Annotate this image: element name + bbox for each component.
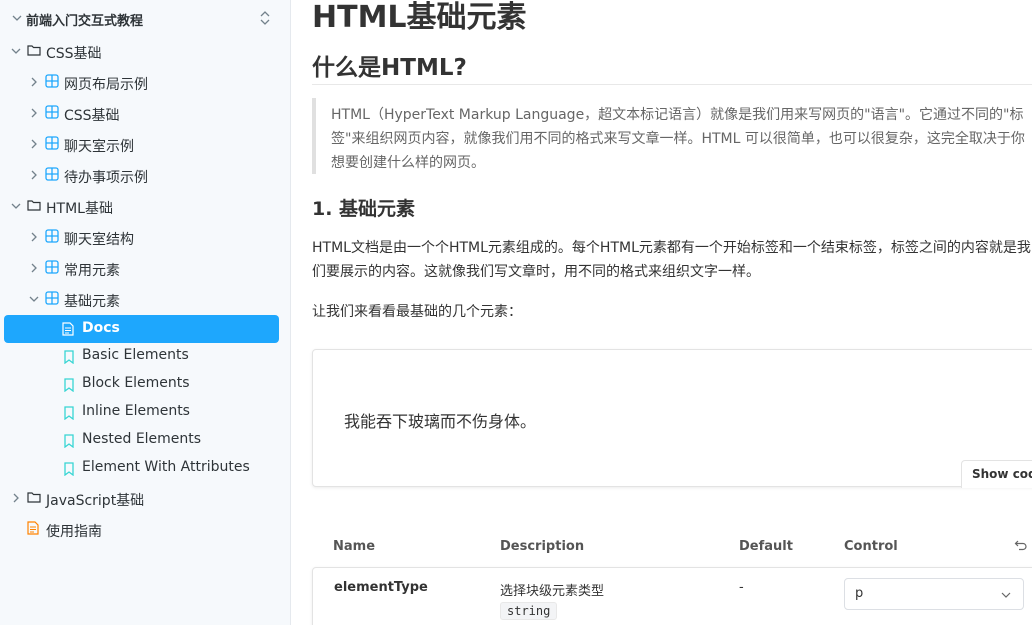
bookmark-icon (64, 350, 74, 364)
tree-group-label: CSS基础 (46, 46, 102, 62)
folder-icon (27, 200, 41, 211)
document-icon (62, 322, 74, 336)
chevron-right-icon (31, 232, 37, 242)
chevron-down-icon (29, 296, 39, 302)
tree-component-item-expanded[interactable]: 基础元素 (0, 288, 290, 314)
blockquote-text: HTML（HyperText Markup Language，超文本标记语言）就… (331, 107, 1025, 171)
document-icon (27, 521, 39, 535)
sidebar-header[interactable]: 前端入门交互式教程 (0, 0, 290, 36)
chevron-right-icon (31, 170, 37, 180)
bookmark-icon (64, 462, 74, 476)
tree-doc-guide[interactable]: 使用指南 (0, 518, 290, 544)
paragraph: 让我们来看看最基础的几个元素： (312, 304, 522, 320)
tree-item-label: 聊天室示例 (64, 139, 134, 155)
component-icon (45, 74, 59, 88)
tree-item-label: 网页布局示例 (64, 77, 148, 93)
sidebar: 前端入门交互式教程 CSS基础 网页布局示例 CSS基础 聊天室示例 待办事项示… (0, 0, 291, 625)
args-header-description: Description (500, 539, 585, 554)
story-preview-canvas: 我能吞下玻璃而不伤身体。 Show code (312, 349, 1032, 488)
tree-item-label: 待办事项示例 (64, 170, 148, 186)
args-header-name: Name (333, 539, 376, 554)
tree-item-label: Block Elements (82, 375, 190, 391)
bookmark-icon (64, 406, 74, 420)
chevron-down-icon (12, 15, 22, 21)
tree-component-item[interactable]: 聊天室结构 (0, 226, 290, 252)
paragraph: HTML文档是由一个个HTML元素组成的。每个HTML元素都有一个开始标签和一个… (312, 240, 1031, 280)
tree-component-item[interactable]: 常用元素 (0, 257, 290, 283)
args-table-row: elementType 选择块级元素类型 string - p (312, 567, 1032, 625)
page-title: HTML基础元素 (312, 0, 527, 35)
tree-item-label: Docs (82, 320, 120, 336)
reset-controls-icon[interactable] (1014, 538, 1028, 552)
subsection-heading: 1. 基础元素 (312, 198, 416, 220)
chevron-right-icon (31, 139, 37, 149)
section-heading: 什么是HTML? (312, 55, 467, 81)
bookmark-icon (64, 378, 74, 392)
tree-group-css[interactable]: CSS基础 (0, 40, 290, 66)
tree-item-label: CSS基础 (64, 108, 120, 124)
tree-item-label: Element With Attributes (82, 459, 250, 475)
tree-group-javascript[interactable]: JavaScript基础 (0, 487, 290, 513)
chevron-right-icon (31, 108, 37, 118)
component-icon (45, 105, 59, 119)
tree-item-label: 基础元素 (64, 294, 120, 310)
folder-icon (27, 492, 41, 503)
component-icon (45, 229, 59, 243)
tree-docs-item-active[interactable]: Docs (4, 315, 279, 343)
component-icon (45, 291, 59, 305)
expand-collapse-icon[interactable] (258, 9, 272, 27)
args-header-default: Default (739, 539, 793, 554)
docs-content: HTML基础元素 什么是HTML? HTML（HyperText Markup … (292, 0, 1032, 625)
component-icon (45, 136, 59, 150)
component-icon (45, 167, 59, 181)
arg-type-badge: string (500, 602, 558, 620)
chevron-right-icon (13, 493, 19, 503)
sidebar-title: 前端入门交互式教程 (26, 14, 144, 29)
tree-component-item[interactable]: 网页布局示例 (0, 71, 290, 97)
storybook-app: 前端入门交互式教程 CSS基础 网页布局示例 CSS基础 聊天室示例 待办事项示… (0, 0, 1032, 625)
arg-name: elementType (334, 580, 428, 595)
arg-default: - (739, 580, 744, 595)
tree-group-html[interactable]: HTML基础 (0, 195, 290, 221)
folder-icon (27, 45, 41, 56)
tree-item-label: Basic Elements (82, 347, 189, 363)
select-value: p (855, 586, 864, 601)
tree-item-label: 常用元素 (64, 263, 120, 279)
show-code-button[interactable]: Show code (961, 460, 1032, 488)
tree-item-label: 聊天室结构 (64, 232, 134, 248)
chevron-right-icon (31, 263, 37, 273)
tree-item-label: Nested Elements (82, 431, 202, 447)
tree-item-label: 使用指南 (46, 524, 102, 540)
bookmark-icon (64, 434, 74, 448)
blockquote: HTML（HyperText Markup Language，超文本标记语言）就… (312, 98, 1032, 174)
tree-group-label: HTML基础 (46, 201, 113, 217)
tree-component-item[interactable]: CSS基础 (0, 102, 290, 128)
tree-component-item[interactable]: 待办事项示例 (0, 164, 290, 190)
heading-divider (312, 84, 1032, 85)
chevron-down-icon (11, 203, 21, 209)
preview-text: 我能吞下玻璃而不伤身体。 (344, 412, 537, 431)
args-header-control: Control (844, 539, 898, 554)
tree-group-label: JavaScript基础 (46, 493, 145, 509)
chevron-down-icon (1001, 592, 1011, 598)
arg-description: 选择块级元素类型 (500, 584, 605, 599)
tree-component-item[interactable]: 聊天室示例 (0, 133, 290, 159)
chevron-down-icon (11, 48, 21, 54)
component-icon (45, 260, 59, 274)
chevron-right-icon (31, 77, 37, 87)
element-type-select[interactable]: p (844, 578, 1024, 610)
tree-item-label: Inline Elements (82, 403, 190, 419)
